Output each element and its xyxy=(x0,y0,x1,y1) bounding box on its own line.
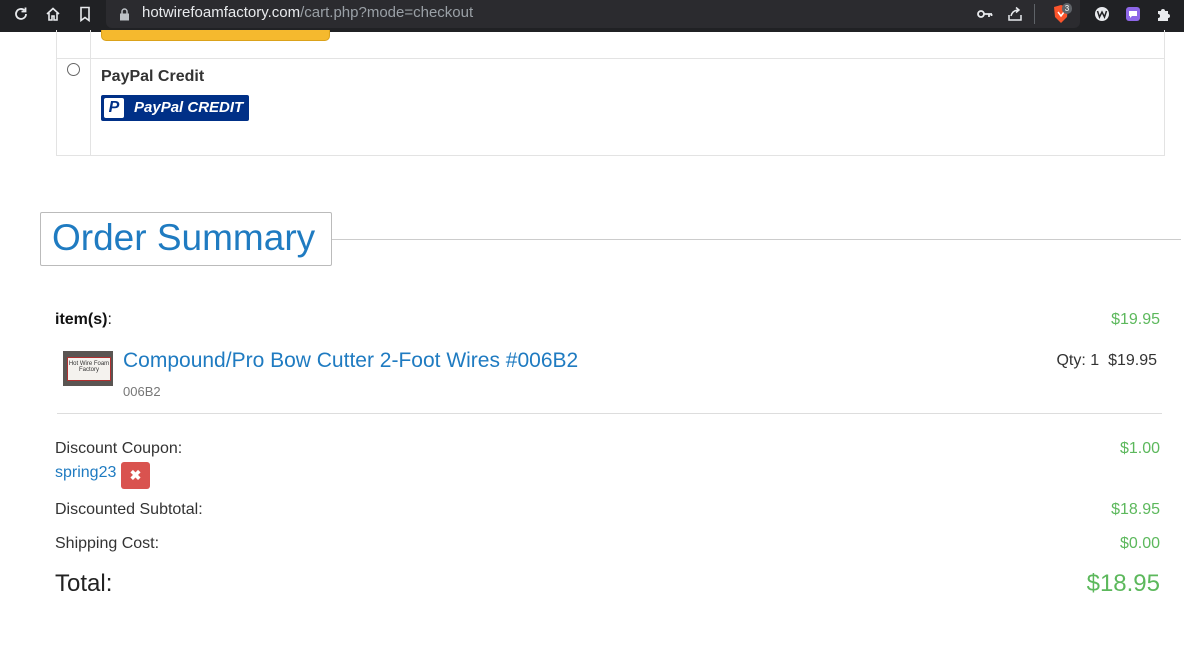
coupon-code-link[interactable]: spring23 xyxy=(55,464,116,482)
items-label-colon: : xyxy=(107,311,112,328)
order-summary-heading: Order Summary xyxy=(52,217,316,258)
product-name-link[interactable]: Compound/Pro Bow Cutter 2-Foot Wires #00… xyxy=(123,349,578,373)
legend-rule xyxy=(331,239,1181,240)
discount-coupon-label: Discount Coupon: xyxy=(55,440,183,457)
product-price: $19.95 xyxy=(1108,352,1157,369)
paypal-checkout-button[interactable] xyxy=(101,30,330,41)
payment-options-column-divider xyxy=(90,30,91,155)
items-total: $19.95 xyxy=(1111,311,1160,328)
key-icon[interactable] xyxy=(974,0,996,28)
summary-divider xyxy=(57,413,1162,414)
lock-icon[interactable] xyxy=(116,0,132,28)
url-text[interactable]: hotwirefoamfactory.com/cart.php?mode=che… xyxy=(142,4,473,22)
discounted-subtotal-amount: $18.95 xyxy=(1111,501,1160,518)
shipping-cost-amount: $0.00 xyxy=(1119,535,1160,552)
items-label-text: item(s) xyxy=(55,311,108,328)
product-sku: 006B2 xyxy=(123,384,161,399)
shipping-cost-label: Shipping Cost: xyxy=(55,535,160,552)
order-summary-legend: Order Summary xyxy=(40,212,332,266)
total-label: Total: xyxy=(55,570,113,597)
share-icon[interactable] xyxy=(1004,0,1026,28)
close-icon: ✖ xyxy=(129,467,142,483)
brave-shield-icon[interactable]: 3 xyxy=(1046,0,1076,28)
extension-chat-icon[interactable] xyxy=(1123,0,1143,28)
discount-amount: $1.00 xyxy=(1119,440,1160,457)
home-icon[interactable] xyxy=(42,0,64,28)
remove-coupon-button[interactable]: ✖ xyxy=(121,462,150,489)
extension-w-icon[interactable] xyxy=(1092,0,1112,28)
paypal-credit-radio[interactable] xyxy=(67,63,80,76)
browser-toolbar: hotwirefoamfactory.com/cart.php?mode=che… xyxy=(0,0,1184,32)
payment-options-table xyxy=(56,30,1165,156)
paypal-p-icon: P xyxy=(104,98,124,118)
shield-count-badge: 3 xyxy=(1062,3,1072,14)
toolbar-separator xyxy=(1034,4,1035,24)
payment-options-row-divider xyxy=(56,58,1164,59)
address-bar[interactable]: hotwirefoamfactory.com/cart.php?mode=che… xyxy=(106,0,1080,28)
product-thumbnail-label: Hot Wire Foam Factory xyxy=(67,357,111,381)
url-path: /cart.php?mode=checkout xyxy=(300,4,474,21)
product-thumbnail[interactable]: Hot Wire Foam Factory xyxy=(63,351,113,386)
bookmark-icon[interactable] xyxy=(75,0,95,28)
url-host: hotwirefoamfactory.com xyxy=(142,4,301,21)
total-amount: $18.95 xyxy=(1086,570,1160,597)
paypal-credit-logo[interactable]: P PayPal CREDIT xyxy=(101,95,249,121)
discounted-subtotal-label: Discounted Subtotal: xyxy=(55,501,203,518)
items-label: item(s): xyxy=(55,311,112,329)
product-qty-price: Qty: 1 $19.95 xyxy=(1056,352,1157,370)
puzzle-icon[interactable] xyxy=(1154,0,1174,28)
reload-icon[interactable] xyxy=(10,0,32,28)
product-qty: Qty: 1 xyxy=(1056,352,1100,369)
product-thumbnail-text: Hot Wire Foam Factory xyxy=(68,361,110,373)
paypal-credit-logo-text: PayPal CREDIT xyxy=(134,99,244,116)
paypal-credit-title: PayPal Credit xyxy=(101,68,205,85)
